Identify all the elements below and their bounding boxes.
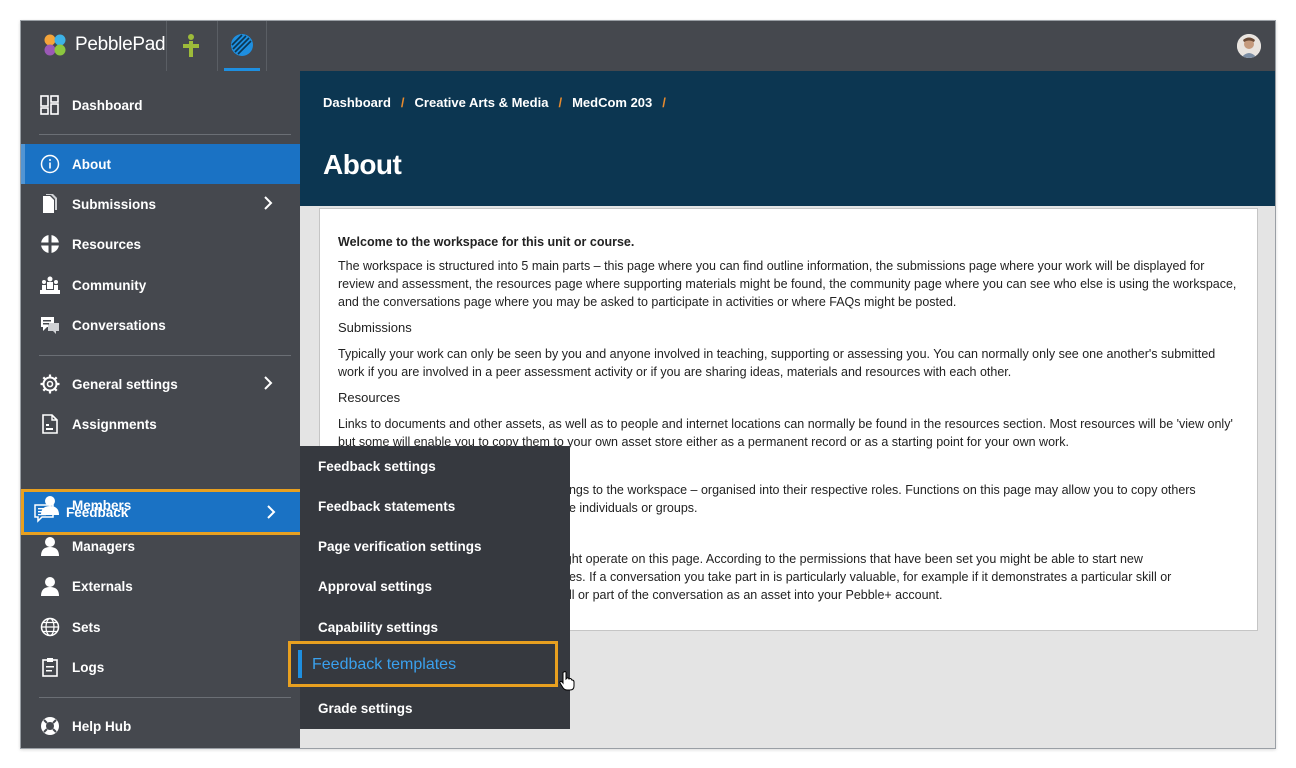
- intro-paragraph: The workspace is structured into 5 main …: [338, 259, 1237, 309]
- app-switch-workspace[interactable]: [217, 21, 267, 71]
- sidebar-item-externals[interactable]: Externals: [21, 567, 300, 605]
- menu-item-label: Approval settings: [318, 578, 433, 594]
- page-header: Dashboard / Creative Arts & Media / MedC…: [300, 71, 1275, 206]
- sidebar-item-label: Assignments: [72, 416, 157, 432]
- breadcrumb-separator: /: [400, 95, 405, 110]
- gear-icon: [40, 374, 60, 394]
- sidebar-divider: [39, 355, 291, 356]
- sidebar-divider: [39, 697, 291, 698]
- sidebar-item-resources[interactable]: Resources: [21, 225, 300, 263]
- assignment-icon: [42, 414, 58, 434]
- sidebar-item-label: About: [72, 156, 111, 172]
- menu-item-feedback-settings[interactable]: Feedback settings: [300, 446, 570, 486]
- sidebar-item-label: Dashboard: [72, 97, 143, 113]
- conversations-paragraph-line: all or part of the conversation as an as…: [562, 588, 943, 602]
- menu-item-grade-settings[interactable]: Grade settings: [300, 688, 570, 728]
- sidebar-item-dashboard[interactable]: Dashboard: [21, 86, 300, 124]
- sidebar-item-help-hub[interactable]: Help Hub: [21, 707, 300, 745]
- menu-item-label: Capability settings: [318, 619, 439, 635]
- dashboard-icon: [40, 95, 59, 115]
- community-icon: [40, 276, 60, 294]
- sidebar-item-label: Conversations: [72, 317, 166, 333]
- app-window: PebblePad Dashboard About Submissions Re…: [20, 20, 1276, 749]
- pebblepad-logo-icon: [44, 34, 66, 56]
- sidebar-item-general-settings[interactable]: General settings: [21, 365, 300, 403]
- sidebar-item-community[interactable]: Community: [21, 266, 300, 304]
- sidebar-item-label: Managers: [72, 538, 136, 554]
- help-icon: [41, 717, 59, 735]
- clipboard-icon: [42, 658, 58, 677]
- globe-icon: [40, 617, 60, 637]
- menu-item-label: Feedback statements: [318, 498, 456, 514]
- intro-heading: Welcome to the workspace for this unit o…: [338, 235, 635, 249]
- conversations-paragraph-line: ight operate on this page. According to …: [562, 552, 1143, 566]
- sidebar-item-label: Externals: [72, 578, 133, 594]
- sidebar-item-conversations[interactable]: Conversations: [21, 306, 300, 344]
- person-icon: [41, 537, 59, 556]
- menu-item-label: Grade settings: [318, 700, 413, 716]
- sidebar-item-label: Sets: [72, 619, 101, 635]
- sidebar-item-label: Community: [72, 277, 147, 293]
- breadcrumb-link-medcom[interactable]: MedCom 203: [572, 95, 652, 110]
- submissions-paragraph: Typically your work can only be seen by …: [338, 347, 1216, 379]
- section-heading-submissions: Submissions: [338, 320, 412, 335]
- sidebar-item-about[interactable]: About: [21, 144, 300, 184]
- menu-item-label: Feedback settings: [318, 458, 436, 474]
- workspace-globe-icon: [231, 34, 253, 56]
- hand-cursor-icon: [559, 671, 575, 691]
- user-avatar-icon: [1237, 34, 1261, 58]
- chevron-right-icon: [264, 196, 273, 210]
- top-bar: PebblePad: [21, 21, 1275, 71]
- brand-name: PebblePad: [75, 34, 166, 55]
- chat-icon: [41, 317, 59, 334]
- active-indicator: [298, 650, 302, 678]
- menu-item-approval-settings[interactable]: Approval settings: [300, 566, 570, 606]
- info-icon: [40, 154, 60, 174]
- sidebar-item-label: Submissions: [72, 196, 157, 212]
- community-paragraph-line: ge individuals or groups.: [562, 501, 698, 515]
- sidebar-item-members[interactable]: Members: [21, 486, 300, 524]
- person-plus-icon: [183, 34, 199, 57]
- sidebar-item-label: General settings: [72, 376, 178, 392]
- breadcrumb-separator: /: [558, 95, 563, 110]
- breadcrumb-link-dashboard[interactable]: Dashboard: [323, 95, 391, 110]
- sidebar-item-managers[interactable]: Managers: [21, 527, 300, 565]
- sidebar-item-label: Help Hub: [72, 718, 132, 734]
- resources-icon: [41, 235, 59, 253]
- menu-item-label: Feedback templates: [312, 656, 457, 673]
- sidebar-item-label: Logs: [72, 659, 105, 675]
- sidebar-item-sets[interactable]: Sets: [21, 608, 300, 646]
- conversations-paragraph-line: nes. If a conversation you take part in …: [562, 570, 1172, 584]
- sidebar-item-assignments[interactable]: Assignments: [21, 405, 300, 443]
- breadcrumb-link-creative-arts[interactable]: Creative Arts & Media: [415, 95, 549, 110]
- sidebar-divider: [39, 134, 291, 135]
- menu-item-label: Page verification settings: [318, 538, 482, 554]
- sidebar: Dashboard About Submissions Resources Co…: [21, 71, 306, 748]
- feedback-submenu: Feedback settings Feedback statements Pa…: [288, 446, 570, 729]
- breadcrumb-separator: /: [662, 95, 666, 110]
- sidebar-item-label: Members: [72, 497, 132, 513]
- community-paragraph-line: ongs to the workspace – organised into t…: [562, 483, 1196, 497]
- app-switch-atlas[interactable]: [166, 21, 215, 71]
- avatar[interactable]: [1237, 34, 1261, 58]
- pebblepad-logo[interactable]: PebblePad: [43, 33, 166, 57]
- page-title: About: [323, 149, 402, 180]
- sidebar-item-submissions[interactable]: Submissions: [21, 185, 300, 223]
- menu-item-feedback-statements[interactable]: Feedback statements: [300, 486, 570, 526]
- section-heading-resources: Resources: [338, 390, 401, 405]
- sidebar-item-logs[interactable]: Logs: [21, 648, 300, 686]
- sidebar-item-label: Resources: [72, 236, 142, 252]
- menu-item-feedback-templates[interactable]: Feedback templates: [288, 641, 558, 687]
- person-icon: [41, 496, 59, 515]
- person-icon: [41, 577, 59, 596]
- chevron-right-icon: [264, 376, 273, 390]
- menu-item-page-verification-settings[interactable]: Page verification settings: [300, 526, 570, 566]
- document-icon: [43, 194, 57, 213]
- breadcrumb: Dashboard / Creative Arts & Media / MedC…: [323, 95, 676, 110]
